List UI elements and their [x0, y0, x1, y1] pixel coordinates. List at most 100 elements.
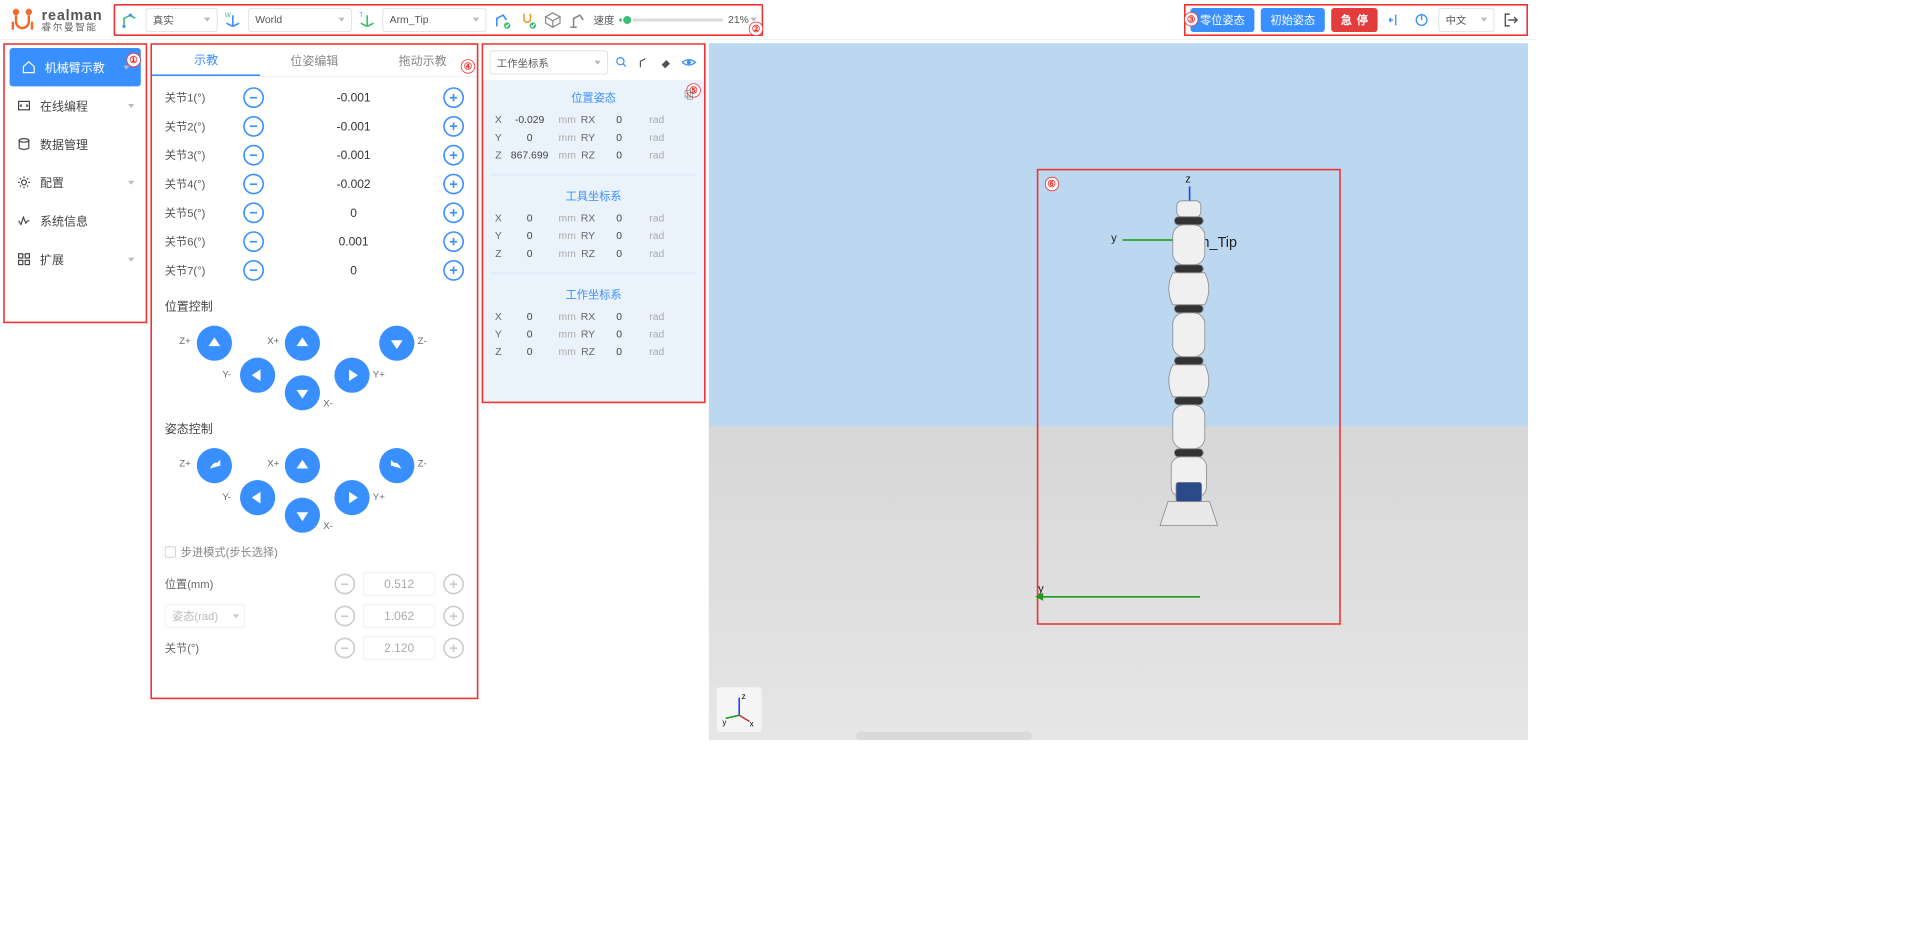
eye-icon[interactable]	[680, 54, 698, 72]
copy-icon[interactable]	[682, 88, 696, 102]
joint-plus-button[interactable]: +	[443, 145, 464, 166]
coord-section-1: 工具坐标系 X0mm RX0rad Y0mm RY0rad Z0mm RZ0ra…	[483, 178, 704, 269]
nav-label: 数据管理	[40, 136, 88, 153]
svg-text:T: T	[359, 11, 363, 18]
coord-frame-select[interactable]: 工作坐标系	[490, 50, 608, 74]
chevron-down-icon	[128, 257, 134, 261]
coord-section-0: 位置姿态 X-0.029mm RX0rad Y0mm RY0rad Z867.6…	[483, 80, 704, 171]
speed-slider[interactable]	[619, 18, 723, 21]
sidebar-item-3[interactable]: 配置	[5, 163, 146, 201]
pose-x-plus[interactable]	[285, 448, 320, 483]
pos-y-plus[interactable]	[334, 358, 369, 393]
step-plus-button[interactable]: +	[443, 638, 464, 659]
step-minus-button[interactable]: −	[334, 638, 355, 659]
joint-plus-button[interactable]: +	[443, 231, 464, 252]
pose-y-plus[interactable]	[334, 480, 369, 515]
logo-main-text: realman	[42, 8, 103, 22]
joint-plus-button[interactable]: +	[443, 260, 464, 281]
viewport-3d[interactable]: ⑥ Arm_Tip	[709, 43, 1528, 740]
joint-minus-button[interactable]: −	[243, 87, 264, 108]
tool-frame-icon[interactable]: T	[357, 9, 378, 30]
joint-value: 0.001	[270, 235, 436, 249]
mode-select[interactable]: 真实	[146, 8, 218, 32]
nav-label: 扩展	[40, 251, 64, 268]
logo: realman 睿尔曼智能	[8, 5, 102, 34]
joint-row-7: 关节7(°) − 0 +	[165, 256, 464, 285]
locate-icon[interactable]	[613, 54, 631, 72]
tool-frame-select[interactable]: Arm_Tip	[382, 8, 486, 32]
joint-value: -0.001	[270, 148, 436, 162]
robot-small-icon[interactable]	[635, 54, 653, 72]
sidebar-item-4[interactable]: 系统信息	[5, 202, 146, 240]
step-plus-button[interactable]: +	[443, 606, 464, 627]
pose-x-minus[interactable]	[285, 498, 320, 533]
nav-icon	[16, 213, 32, 229]
joint-minus-button[interactable]: −	[243, 174, 264, 195]
tab-0[interactable]: 示教	[152, 45, 260, 76]
annotation-3: ③	[1184, 12, 1198, 26]
zero-pose-button[interactable]: 零位姿态	[1190, 8, 1254, 32]
sidebar-item-2[interactable]: 数据管理	[5, 125, 146, 163]
step-mode-checkbox[interactable]: 步进模式(步长选择)	[152, 536, 477, 568]
step-plus-button[interactable]: +	[443, 574, 464, 595]
joint-plus-button[interactable]: +	[443, 202, 464, 223]
pos-x-minus[interactable]	[285, 375, 320, 410]
logout-icon[interactable]	[1501, 9, 1522, 30]
nav-icon	[16, 136, 32, 152]
logo-icon	[8, 5, 37, 34]
world-frame-icon[interactable]: W	[222, 9, 243, 30]
coord-row: Y0mm RY0rad	[491, 226, 696, 244]
tab-2[interactable]: 拖动示教	[369, 45, 477, 76]
sidebar-item-5[interactable]: 扩展	[5, 240, 146, 278]
language-select[interactable]: 中文	[1438, 8, 1494, 32]
connection-icon[interactable]	[517, 9, 538, 30]
coord-row: X-0.029mm RX0rad	[491, 110, 696, 128]
joint-minus-button[interactable]: −	[243, 260, 264, 281]
joint-minus-button[interactable]: −	[243, 116, 264, 137]
annotation-6: ⑥	[1044, 177, 1058, 191]
svg-text:W: W	[225, 11, 232, 18]
joint-minus-button[interactable]: −	[243, 202, 264, 223]
eraser-icon[interactable]	[658, 54, 676, 72]
horizontal-scrollbar[interactable]	[856, 732, 1032, 740]
step-value[interactable]: 1.062	[363, 604, 435, 628]
robot-gray-icon[interactable]	[568, 9, 589, 30]
robot-status-icon[interactable]	[491, 9, 512, 30]
joint-minus-button[interactable]: −	[243, 145, 264, 166]
pose-control-pad: Z+ X+ Z- Y- Y+ X-	[165, 440, 464, 536]
step-label-select[interactable]: 姿态(rad)	[165, 604, 245, 628]
world-frame-select[interactable]: World	[248, 8, 352, 32]
axis-gizmo[interactable]: z y x	[717, 687, 762, 732]
header-right-toolbar: ③ 零位姿态 初始姿态 急停 中文	[1184, 4, 1528, 36]
annotation-1: ①	[126, 53, 140, 67]
arm-mode-icon[interactable]	[120, 9, 141, 30]
joint-plus-button[interactable]: +	[443, 87, 464, 108]
joint-plus-button[interactable]: +	[443, 116, 464, 137]
sidebar-item-0[interactable]: 机械臂示教	[10, 48, 141, 86]
joint-minus-button[interactable]: −	[243, 231, 264, 252]
step-value[interactable]: 2.120	[363, 636, 435, 660]
pose-y-minus[interactable]	[240, 480, 275, 515]
pose-z-plus[interactable]	[197, 448, 232, 483]
collapse-icon[interactable]	[1384, 9, 1405, 30]
step-minus-button[interactable]: −	[334, 606, 355, 627]
sidebar-item-1[interactable]: 在线编程	[5, 86, 146, 124]
pose-z-minus[interactable]	[379, 448, 414, 483]
pos-y-minus[interactable]	[240, 358, 275, 393]
cube-icon[interactable]	[542, 9, 563, 30]
init-pose-button[interactable]: 初始姿态	[1261, 8, 1325, 32]
tab-1[interactable]: 位姿编辑	[260, 45, 368, 76]
pos-z-plus[interactable]	[197, 326, 232, 361]
pos-z-minus[interactable]	[379, 326, 414, 361]
power-icon[interactable]	[1411, 9, 1432, 30]
checkbox-icon	[165, 546, 176, 557]
svg-text:z: z	[742, 692, 746, 701]
joint-plus-button[interactable]: +	[443, 174, 464, 195]
step-minus-button[interactable]: −	[334, 574, 355, 595]
step-value[interactable]: 0.512	[363, 572, 435, 596]
joint-row-4: 关节4(°) − -0.002 +	[165, 170, 464, 199]
pos-x-plus[interactable]	[285, 326, 320, 361]
teach-panel: ④ 示教位姿编辑拖动示教 关节1(°) − -0.001 +关节2(°) − -…	[150, 43, 478, 699]
nav-label: 配置	[40, 174, 64, 191]
estop-button[interactable]: 急停	[1331, 8, 1377, 32]
